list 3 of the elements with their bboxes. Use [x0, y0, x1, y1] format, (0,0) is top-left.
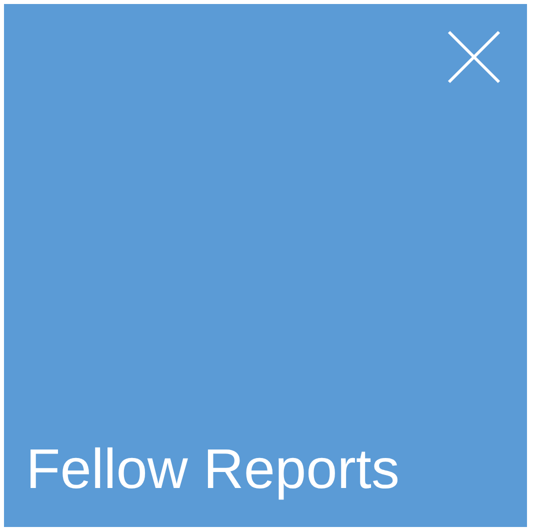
tile-title: Fellow Reports [25, 441, 400, 502]
close-icon[interactable] [447, 30, 501, 84]
tile-background[interactable]: Fellow Reports [4, 4, 527, 527]
